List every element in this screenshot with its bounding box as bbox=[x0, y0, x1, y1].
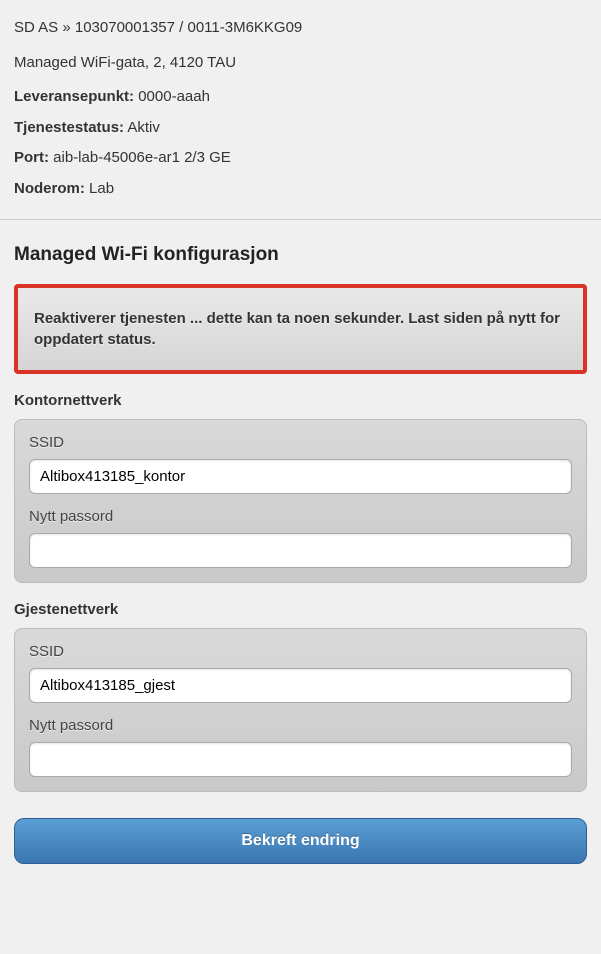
office-password-input[interactable] bbox=[29, 533, 572, 568]
guest-panel: SSID Nytt passord bbox=[14, 628, 587, 792]
tjenestestatus-value: Aktiv bbox=[124, 119, 160, 136]
info-tjenestestatus: Tjenestestatus: Aktiv bbox=[14, 114, 587, 143]
header-block: SD AS » 103070001357 / 0011-3M6KKG09 Man… bbox=[0, 0, 601, 219]
content: Managed Wi-Fi konfigurasjon Reaktiverer … bbox=[0, 220, 601, 898]
config-title: Managed Wi-Fi konfigurasjon bbox=[14, 244, 587, 266]
breadcrumb: SD AS » 103070001357 / 0011-3M6KKG09 bbox=[14, 14, 587, 43]
guest-password-input[interactable] bbox=[29, 742, 572, 777]
status-alert: Reaktiverer tjenesten ... dette kan ta n… bbox=[14, 284, 587, 374]
address-line: Managed WiFi-gata, 2, 4120 TAU bbox=[14, 49, 587, 78]
info-leveransepunkt: Leveransepunkt: 0000-aaah bbox=[14, 83, 587, 112]
office-password-label: Nytt passord bbox=[29, 508, 572, 525]
office-panel: SSID Nytt passord bbox=[14, 419, 587, 583]
leveransepunkt-value: 0000-aaah bbox=[134, 88, 210, 105]
guest-ssid-label: SSID bbox=[29, 643, 572, 660]
info-noderom: Noderom: Lab bbox=[14, 175, 587, 204]
info-port: Port: aib-lab-45006e-ar1 2/3 GE bbox=[14, 144, 587, 173]
noderom-value: Lab bbox=[85, 180, 114, 197]
port-label: Port: bbox=[14, 149, 49, 166]
office-ssid-label: SSID bbox=[29, 434, 572, 451]
leveransepunkt-label: Leveransepunkt: bbox=[14, 88, 134, 105]
office-ssid-input[interactable] bbox=[29, 459, 572, 494]
noderom-label: Noderom: bbox=[14, 180, 85, 197]
tjenestestatus-label: Tjenestestatus: bbox=[14, 119, 124, 136]
confirm-button[interactable]: Bekreft endring bbox=[14, 818, 587, 864]
guest-group-label: Gjestenettverk bbox=[14, 601, 587, 618]
guest-ssid-input[interactable] bbox=[29, 668, 572, 703]
port-value: aib-lab-45006e-ar1 2/3 GE bbox=[49, 149, 231, 166]
guest-password-label: Nytt passord bbox=[29, 717, 572, 734]
office-group-label: Kontornettverk bbox=[14, 392, 587, 409]
